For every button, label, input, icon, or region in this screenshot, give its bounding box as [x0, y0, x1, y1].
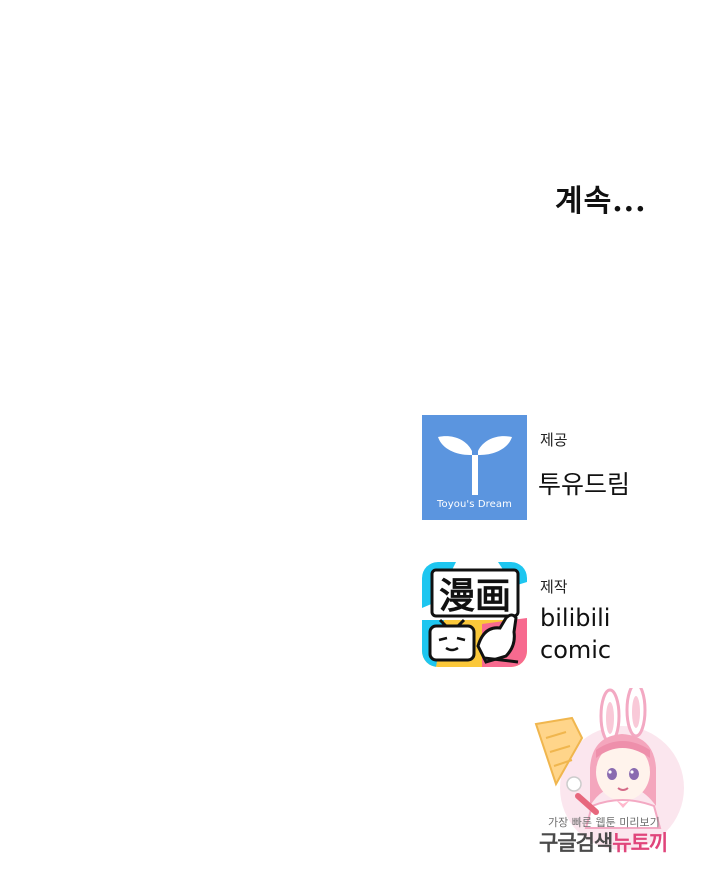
newtoki-watermark: 가장 빠른 웹툰 미리보기 구글검색뉴토끼 [532, 688, 704, 870]
producer-credit: 漫画 제작 bilibili comic [422, 562, 702, 667]
continued-text: 계속... [555, 184, 647, 219]
producer-name: bilibili comic [540, 602, 611, 666]
watermark-title-search: 구글검색 [539, 831, 613, 855]
toyou-dream-logo-text: Toyou's Dream [437, 499, 512, 510]
provider-role-label: 제공 [540, 431, 568, 449]
producer-name-line1: bilibili [540, 604, 611, 632]
bilibili-tv-icon: 漫画 [422, 562, 527, 667]
bilibili-comic-logo: 漫画 [422, 562, 527, 667]
manhua-logo-text: 漫画 [439, 576, 511, 617]
producer-role-label: 제작 [540, 578, 568, 596]
provider-name: 투유드림 [538, 470, 631, 499]
watermark-title: 구글검색뉴토끼 [539, 827, 668, 857]
provider-credit: Toyou's Dream 제공 투유드림 [422, 415, 702, 520]
toyou-dream-logo: Toyou's Dream [422, 415, 527, 520]
producer-name-line2: comic [540, 636, 612, 664]
watermark-title-site: 뉴토끼 [612, 831, 668, 855]
